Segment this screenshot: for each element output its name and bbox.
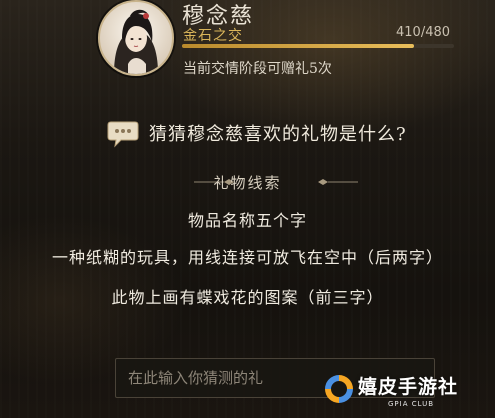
affinity-value: 410/480 — [396, 25, 451, 40]
speech-bubble-icon — [107, 118, 139, 148]
watermark-text: 嬉皮手游社 — [358, 376, 459, 398]
watermark-logo-icon — [325, 375, 353, 403]
relation-level: 金石之交 — [183, 28, 243, 44]
avatar[interactable] — [98, 0, 174, 76]
question-text: 猜猜穆念慈喜欢的礼物是什么? — [149, 124, 407, 145]
watermark: 嬉皮手游社 GPIA CLUB — [322, 364, 495, 418]
watermark-subtext: GPIA CLUB — [388, 400, 435, 408]
affinity-progress-bar — [182, 44, 454, 48]
character-portrait-icon — [114, 9, 158, 74]
gift-stage-info: 当前交情阶段可赠礼5次 — [183, 61, 332, 77]
clue-item: 此物上画有蝶戏花的图案（前三字） — [111, 288, 384, 307]
clue-header: 礼物线索 — [213, 174, 282, 192]
ornament-right-icon — [318, 179, 358, 185]
affinity-progress-fill — [182, 44, 415, 48]
clue-item: 物品名称五个字 — [187, 211, 307, 230]
clue-item: 一种纸糊的玩具，用线连接可放飞在空中（后两字） — [51, 248, 443, 267]
